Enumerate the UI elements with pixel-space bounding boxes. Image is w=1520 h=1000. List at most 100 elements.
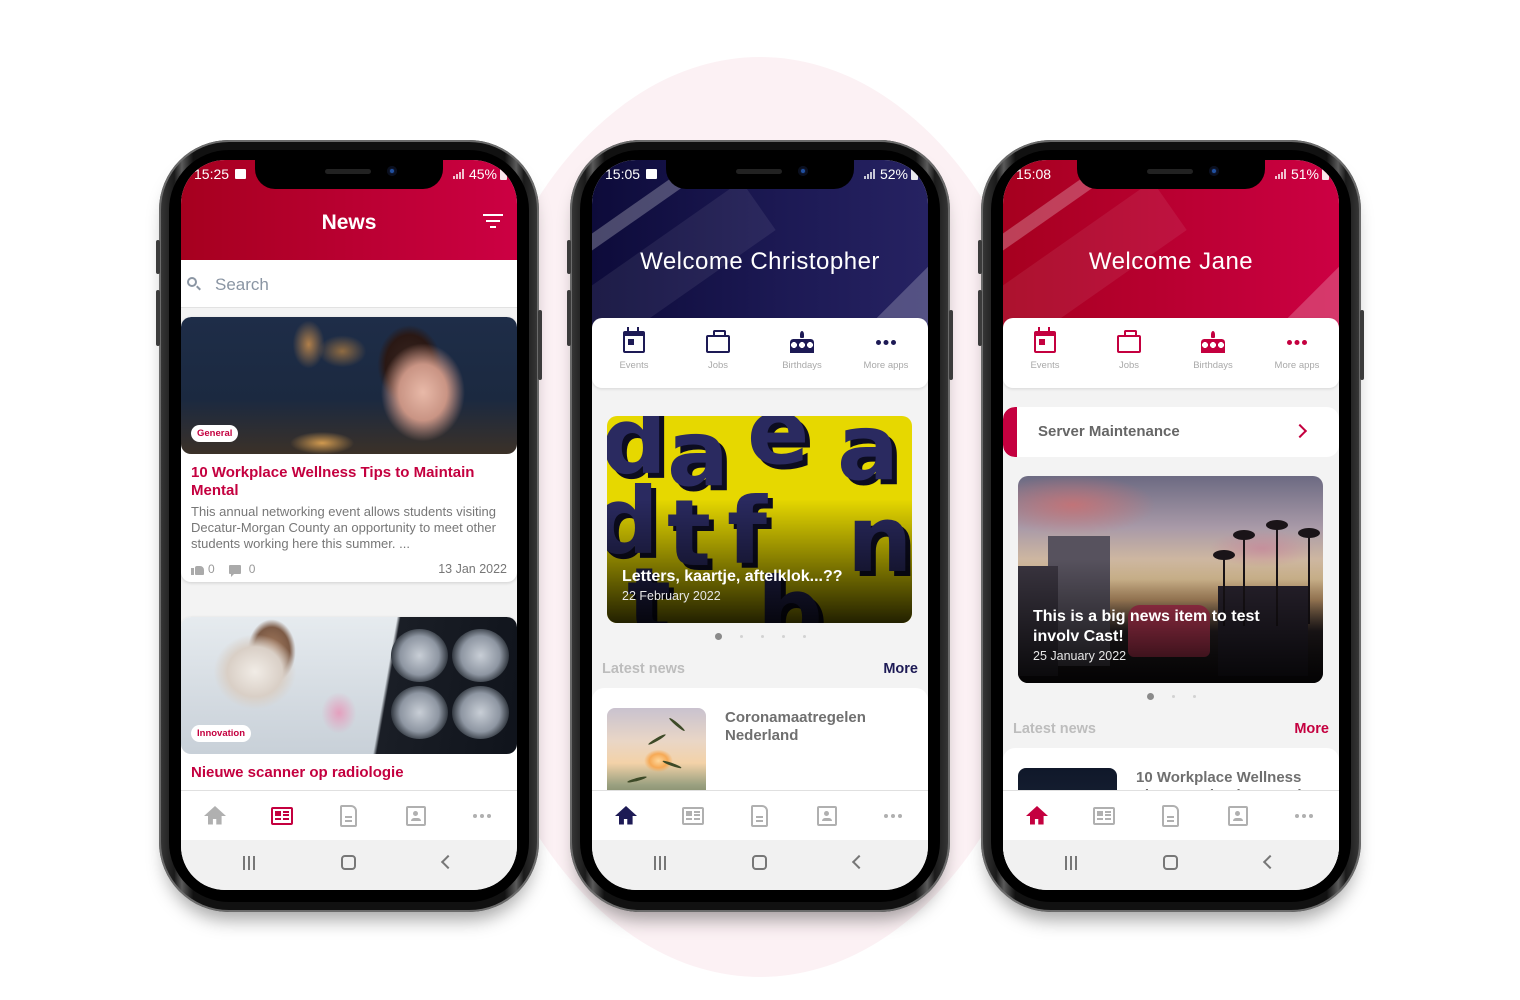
camera-icon: [387, 166, 397, 176]
app-jobs[interactable]: Jobs: [1091, 318, 1167, 388]
tab-contacts[interactable]: [1218, 801, 1258, 831]
featured-carousel[interactable]: d a e a d t f n t b Letters, kaartje, af…: [607, 416, 912, 623]
more-icon: [876, 331, 896, 353]
carousel-dot[interactable]: [1171, 695, 1175, 698]
tab-more[interactable]: [874, 801, 914, 831]
section-title: Latest news: [1013, 721, 1096, 737]
phone-home-navy: 15:05 52% Welcome Christopher Events Job…: [567, 140, 953, 912]
app-events[interactable]: Events: [1007, 318, 1083, 388]
more-icon: [1287, 331, 1307, 353]
alert-title: Server Maintenance: [1038, 423, 1180, 440]
battery-percent: 52%: [879, 166, 908, 182]
like-icon[interactable]: [191, 564, 204, 575]
briefcase-icon: [706, 330, 730, 353]
carousel-dot[interactable]: [781, 635, 785, 638]
news-card[interactable]: Innovation Nieuwe scanner op radiologie: [181, 617, 517, 817]
carousel-dot[interactable]: [1192, 695, 1196, 698]
image-notification-icon: [235, 169, 247, 179]
search-input[interactable]: [215, 272, 495, 298]
notch: [255, 160, 443, 189]
back-button[interactable]: [1262, 854, 1278, 870]
tab-more[interactable]: [463, 801, 503, 831]
signal-icon: [863, 169, 875, 179]
carousel-dot[interactable]: [802, 635, 806, 638]
app-label: More apps: [863, 360, 909, 371]
article-excerpt: This annual networking event allows stud…: [191, 504, 496, 551]
tab-home[interactable]: [195, 801, 235, 831]
recents-button[interactable]: [1065, 856, 1079, 870]
app-birthdays[interactable]: Birthdays: [764, 318, 840, 388]
contact-icon: [817, 805, 838, 826]
carousel-dot[interactable]: [1146, 693, 1154, 700]
alert-card[interactable]: Server Maintenance: [1003, 407, 1339, 457]
article-title[interactable]: 10 Workplace Wellness Tips to Maintain M…: [181, 454, 517, 500]
back-button[interactable]: [851, 854, 867, 870]
more-link[interactable]: More: [883, 661, 918, 677]
home-button[interactable]: [1163, 855, 1178, 870]
tab-news[interactable]: [673, 801, 713, 831]
app-more[interactable]: More apps: [1259, 318, 1335, 388]
app-label: Events: [619, 360, 649, 371]
volume-button: [156, 290, 160, 346]
news-card[interactable]: General 10 Workplace Wellness Tips to Ma…: [181, 317, 517, 582]
news-title: Coronamaatregelen Nederland: [725, 709, 866, 744]
cake-icon: [790, 331, 814, 353]
page-title: News: [321, 211, 377, 234]
recents-button[interactable]: [654, 856, 668, 870]
article-date: 13 Jan 2022: [438, 562, 507, 576]
briefcase-icon: [1117, 330, 1141, 353]
tab-news[interactable]: [262, 801, 302, 831]
scan-monitor: [391, 629, 509, 739]
tab-documents[interactable]: [329, 801, 369, 831]
latest-news-header: Latest news More: [1013, 721, 1329, 737]
battery-percent: 51%: [1290, 166, 1319, 182]
app-birthdays[interactable]: Birthdays: [1175, 318, 1251, 388]
system-nav-bar: [1003, 840, 1339, 890]
app-label: More apps: [1274, 360, 1320, 371]
battery-icon: [500, 166, 507, 180]
carousel-dots[interactable]: [1003, 693, 1339, 700]
alert-accent: [1003, 407, 1017, 457]
article-title[interactable]: Nieuwe scanner op radiologie: [181, 754, 517, 782]
quick-apps: Events Jobs Birthdays More apps: [1003, 318, 1339, 388]
tab-documents[interactable]: [1151, 801, 1191, 831]
carousel-date: 22 February 2022: [622, 589, 721, 603]
carousel-dot[interactable]: [739, 635, 743, 638]
more-link[interactable]: More: [1294, 721, 1329, 737]
article-image: Innovation: [181, 617, 517, 754]
app-label: Events: [1030, 360, 1060, 371]
back-button[interactable]: [440, 854, 456, 870]
home-button[interactable]: [752, 855, 767, 870]
app-jobs[interactable]: Jobs: [680, 318, 756, 388]
carousel-dot[interactable]: [760, 635, 764, 638]
power-button: [538, 310, 542, 380]
more-icon: [473, 813, 493, 818]
app-more[interactable]: More apps: [848, 318, 924, 388]
document-icon: [340, 804, 358, 827]
screen: 15:25 45% News General: [181, 160, 517, 890]
calendar-icon: [623, 327, 645, 353]
tab-news[interactable]: [1084, 801, 1124, 831]
comment-icon[interactable]: [228, 564, 241, 577]
camera-icon: [798, 166, 808, 176]
tab-more[interactable]: [1285, 801, 1325, 831]
quick-apps: Events Jobs Birthdays More apps: [592, 318, 928, 388]
carousel-date: 25 January 2022: [1033, 649, 1127, 663]
filter-icon[interactable]: [483, 214, 503, 230]
welcome-text: Welcome Jane: [1088, 248, 1254, 275]
recents-button[interactable]: [243, 856, 257, 870]
home-button[interactable]: [341, 855, 356, 870]
tab-home[interactable]: [606, 801, 646, 831]
notch: [666, 160, 854, 189]
tab-contacts[interactable]: [807, 801, 847, 831]
tab-contacts[interactable]: [396, 801, 436, 831]
screen: 15:08 51% Welcome Jane Events Jobs Birth…: [1003, 160, 1339, 890]
app-events[interactable]: Events: [596, 318, 672, 388]
tab-documents[interactable]: [740, 801, 780, 831]
tab-home[interactable]: [1017, 801, 1057, 831]
article-image: General: [181, 317, 517, 454]
carousel-dot[interactable]: [714, 633, 722, 640]
carousel-dots[interactable]: [592, 633, 928, 640]
featured-carousel[interactable]: This is a big news item to test involv C…: [1018, 476, 1323, 683]
search-bar: [181, 260, 517, 308]
